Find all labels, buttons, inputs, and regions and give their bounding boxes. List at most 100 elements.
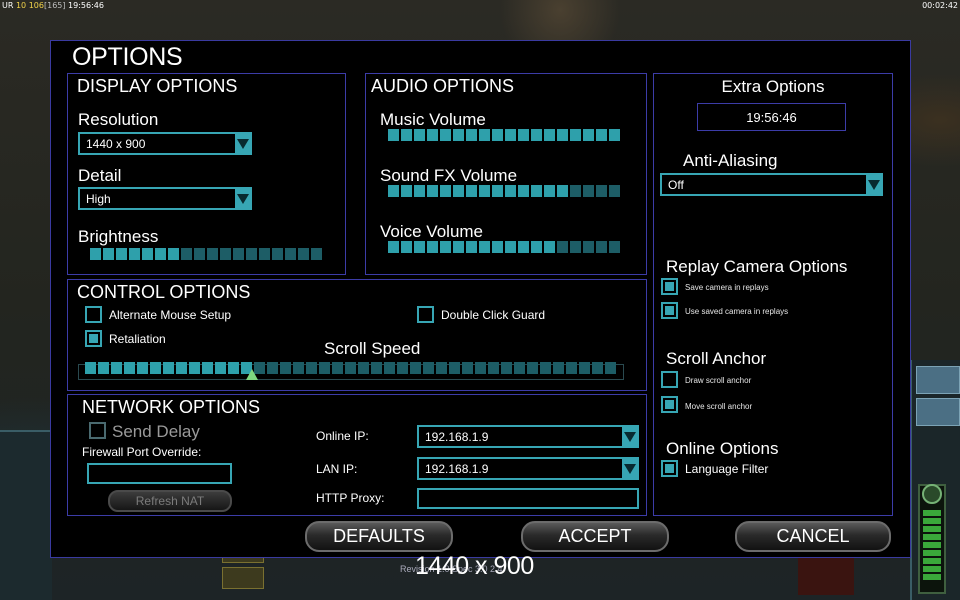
slider-segment[interactable] xyxy=(142,248,153,260)
slider-segment[interactable] xyxy=(440,241,451,253)
defaults-button[interactable]: DEFAULTS xyxy=(305,521,453,552)
chevron-down-icon[interactable] xyxy=(622,459,637,478)
slider-segment[interactable] xyxy=(311,248,322,260)
use-saved-camera-checkbox[interactable] xyxy=(661,302,678,319)
brightness-slider[interactable] xyxy=(90,248,322,260)
slider-segment[interactable] xyxy=(150,362,161,374)
music-volume-slider[interactable] xyxy=(388,129,620,141)
slider-segment[interactable] xyxy=(90,248,101,260)
slider-segment[interactable] xyxy=(194,248,205,260)
slider-segment[interactable] xyxy=(293,362,304,374)
slider-segment[interactable] xyxy=(596,129,607,141)
http-proxy-field[interactable] xyxy=(417,488,639,509)
slider-segment[interactable] xyxy=(453,185,464,197)
alternate-mouse-checkbox[interactable] xyxy=(85,306,102,323)
draw-scroll-anchor-checkbox[interactable] xyxy=(661,371,678,388)
scroll-speed-thumb[interactable] xyxy=(246,369,258,380)
chevron-down-icon[interactable] xyxy=(866,175,881,194)
slider-segment[interactable] xyxy=(609,241,620,253)
slider-segment[interactable] xyxy=(168,248,179,260)
slider-segment[interactable] xyxy=(345,362,356,374)
slider-segment[interactable] xyxy=(531,185,542,197)
slider-segment[interactable] xyxy=(544,185,555,197)
slider-segment[interactable] xyxy=(609,129,620,141)
slider-segment[interactable] xyxy=(566,362,577,374)
slider-segment[interactable] xyxy=(233,248,244,260)
slider-segment[interactable] xyxy=(583,241,594,253)
slider-segment[interactable] xyxy=(492,241,503,253)
slider-segment[interactable] xyxy=(155,248,166,260)
slider-segment[interactable] xyxy=(479,185,490,197)
send-delay-checkbox[interactable] xyxy=(89,422,106,439)
slider-segment[interactable] xyxy=(401,185,412,197)
slider-segment[interactable] xyxy=(414,185,425,197)
slider-segment[interactable] xyxy=(540,362,551,374)
slider-segment[interactable] xyxy=(176,362,187,374)
save-camera-checkbox[interactable] xyxy=(661,278,678,295)
slider-segment[interactable] xyxy=(505,185,516,197)
slider-segment[interactable] xyxy=(388,185,399,197)
slider-segment[interactable] xyxy=(215,362,226,374)
slider-segment[interactable] xyxy=(259,248,270,260)
slider-segment[interactable] xyxy=(449,362,460,374)
slider-segment[interactable] xyxy=(414,129,425,141)
anti-aliasing-dropdown[interactable]: Off xyxy=(660,173,883,196)
slider-segment[interactable] xyxy=(111,362,122,374)
slider-segment[interactable] xyxy=(488,362,499,374)
slider-segment[interactable] xyxy=(388,241,399,253)
voice-volume-slider[interactable] xyxy=(388,241,620,253)
scroll-speed-slider[interactable] xyxy=(85,362,616,374)
slider-segment[interactable] xyxy=(137,362,148,374)
slider-segment[interactable] xyxy=(492,129,503,141)
slider-segment[interactable] xyxy=(518,129,529,141)
slider-segment[interactable] xyxy=(401,129,412,141)
slider-segment[interactable] xyxy=(189,362,200,374)
slider-segment[interactable] xyxy=(129,248,140,260)
slider-segment[interactable] xyxy=(440,185,451,197)
slider-segment[interactable] xyxy=(414,241,425,253)
slider-segment[interactable] xyxy=(466,185,477,197)
slider-segment[interactable] xyxy=(570,129,581,141)
slider-segment[interactable] xyxy=(397,362,408,374)
slider-segment[interactable] xyxy=(98,362,109,374)
slider-segment[interactable] xyxy=(181,248,192,260)
slider-segment[interactable] xyxy=(544,129,555,141)
slider-segment[interactable] xyxy=(531,241,542,253)
slider-segment[interactable] xyxy=(557,185,568,197)
slider-segment[interactable] xyxy=(514,362,525,374)
slider-segment[interactable] xyxy=(583,129,594,141)
slider-segment[interactable] xyxy=(479,129,490,141)
slider-segment[interactable] xyxy=(388,129,399,141)
double-click-guard-checkbox[interactable] xyxy=(417,306,434,323)
slider-segment[interactable] xyxy=(280,362,291,374)
slider-segment[interactable] xyxy=(462,362,473,374)
slider-segment[interactable] xyxy=(466,129,477,141)
slider-segment[interactable] xyxy=(527,362,538,374)
slider-segment[interactable] xyxy=(220,248,231,260)
slider-segment[interactable] xyxy=(298,248,309,260)
slider-segment[interactable] xyxy=(596,241,607,253)
slider-segment[interactable] xyxy=(453,129,464,141)
slider-segment[interactable] xyxy=(570,185,581,197)
slider-segment[interactable] xyxy=(202,362,213,374)
slider-segment[interactable] xyxy=(103,248,114,260)
slider-segment[interactable] xyxy=(246,248,257,260)
language-filter-checkbox[interactable] xyxy=(661,460,678,477)
slider-segment[interactable] xyxy=(609,185,620,197)
slider-segment[interactable] xyxy=(605,362,616,374)
slider-segment[interactable] xyxy=(453,241,464,253)
slider-segment[interactable] xyxy=(518,185,529,197)
slider-segment[interactable] xyxy=(358,362,369,374)
firewall-port-field[interactable] xyxy=(87,463,232,484)
slider-segment[interactable] xyxy=(423,362,434,374)
slider-segment[interactable] xyxy=(492,185,503,197)
slider-segment[interactable] xyxy=(436,362,447,374)
resolution-dropdown[interactable]: 1440 x 900 xyxy=(78,132,252,155)
slider-segment[interactable] xyxy=(501,362,512,374)
sfx-volume-slider[interactable] xyxy=(388,185,620,197)
slider-segment[interactable] xyxy=(267,362,278,374)
slider-segment[interactable] xyxy=(557,129,568,141)
slider-segment[interactable] xyxy=(475,362,486,374)
slider-segment[interactable] xyxy=(124,362,135,374)
slider-segment[interactable] xyxy=(479,241,490,253)
